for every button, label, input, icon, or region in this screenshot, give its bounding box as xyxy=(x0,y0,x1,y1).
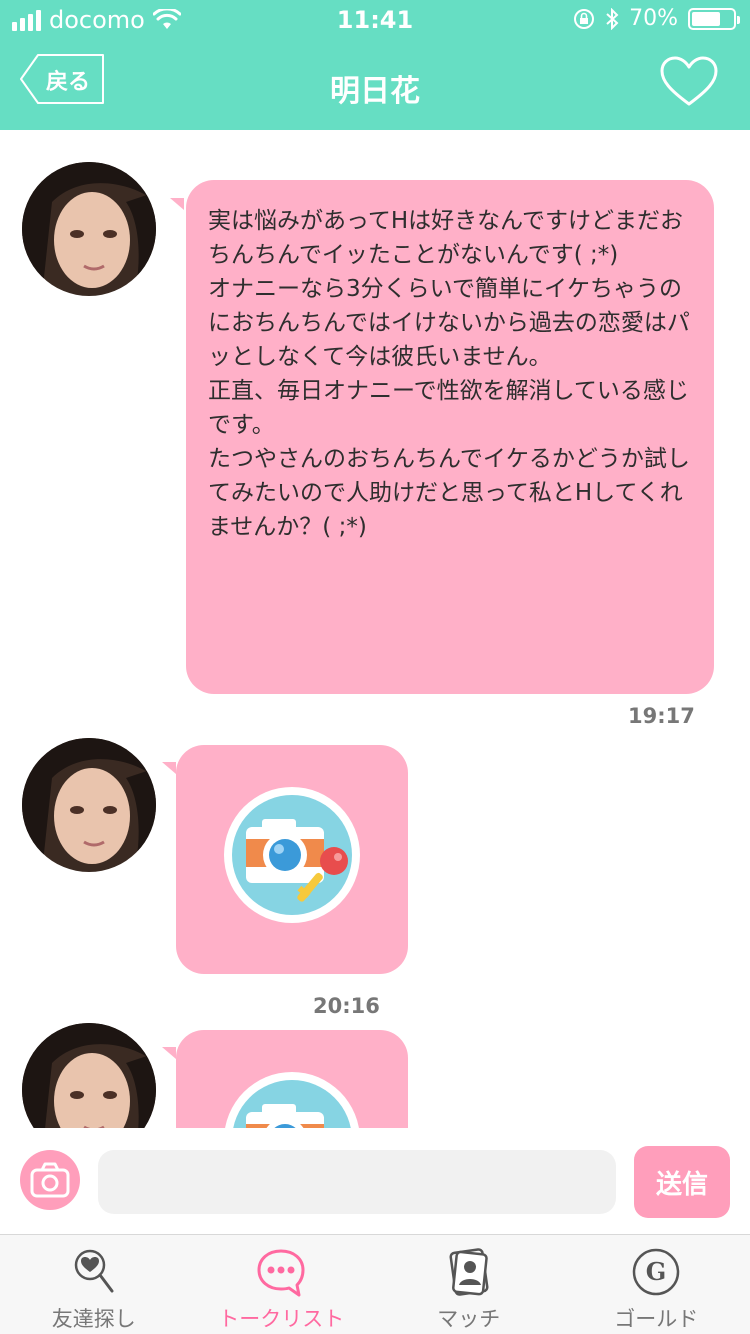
tab-friend-search[interactable]: 友達探し xyxy=(0,1235,188,1334)
camera-icon xyxy=(30,1162,70,1198)
tab-talk-list[interactable]: トークリスト xyxy=(188,1235,376,1334)
rotation-lock-icon xyxy=(574,8,595,29)
message-bubble[interactable]: 実は悩みがあってHは好きなんですけどまだおちんちんでイッたことがないんです( ;… xyxy=(186,180,714,694)
battery-percent: 70% xyxy=(629,6,678,31)
tab-label: トークリスト xyxy=(218,1307,345,1331)
camera-key-icon xyxy=(225,1072,359,1128)
battery-level xyxy=(692,11,720,26)
gold-coin-icon: G xyxy=(633,1248,680,1296)
heart-icon xyxy=(660,56,718,106)
heart-search-icon xyxy=(74,1249,114,1293)
bubble-tail xyxy=(162,1047,176,1059)
tab-label: マッチ xyxy=(437,1307,501,1331)
tab-bar: 友達探し トークリスト マッチ G ゴールド xyxy=(0,1234,750,1334)
nav-bar: 戻る 明日花 xyxy=(0,40,750,130)
tab-match[interactable]: マッチ xyxy=(375,1235,563,1334)
svg-text:G: G xyxy=(646,1257,667,1286)
favorite-button[interactable] xyxy=(660,56,718,108)
status-bar: docomo 11:41 70% xyxy=(0,0,750,40)
status-right: 70% xyxy=(573,6,740,31)
tab-label: 友達探し xyxy=(51,1307,136,1331)
profile-card-icon xyxy=(449,1248,489,1296)
camera-button[interactable] xyxy=(20,1150,80,1210)
chat-area[interactable]: 実は悩みがあってHは好きなんですけどまだおちんちんでイッたことがないんです( ;… xyxy=(0,130,750,1128)
chat-bubble-icon xyxy=(257,1249,305,1297)
bluetooth-icon xyxy=(606,7,619,30)
tab-label: ゴールド xyxy=(614,1307,699,1331)
bubble-tail xyxy=(162,762,176,774)
battery-icon xyxy=(688,7,740,30)
message-time: 19:17 xyxy=(628,704,695,728)
page-title: 明日花 xyxy=(330,74,420,109)
locked-photo-bubble[interactable] xyxy=(176,745,408,974)
avatar[interactable] xyxy=(22,738,156,872)
avatar[interactable] xyxy=(22,162,156,296)
bubble-tail xyxy=(170,198,184,210)
message-text: 実は悩みがあってHは好きなんですけどまだおちんちんでイッたことがないんです( ;… xyxy=(208,208,690,540)
message-input[interactable] xyxy=(98,1150,616,1214)
send-button[interactable]: 送信 xyxy=(634,1146,730,1218)
locked-photo-bubble[interactable] xyxy=(176,1030,408,1128)
camera-key-icon xyxy=(224,787,360,923)
message-time: 20:16 xyxy=(313,994,380,1018)
input-bar: 送信 xyxy=(0,1128,750,1234)
tab-gold[interactable]: G ゴールド xyxy=(563,1235,750,1334)
avatar[interactable] xyxy=(22,1023,156,1128)
